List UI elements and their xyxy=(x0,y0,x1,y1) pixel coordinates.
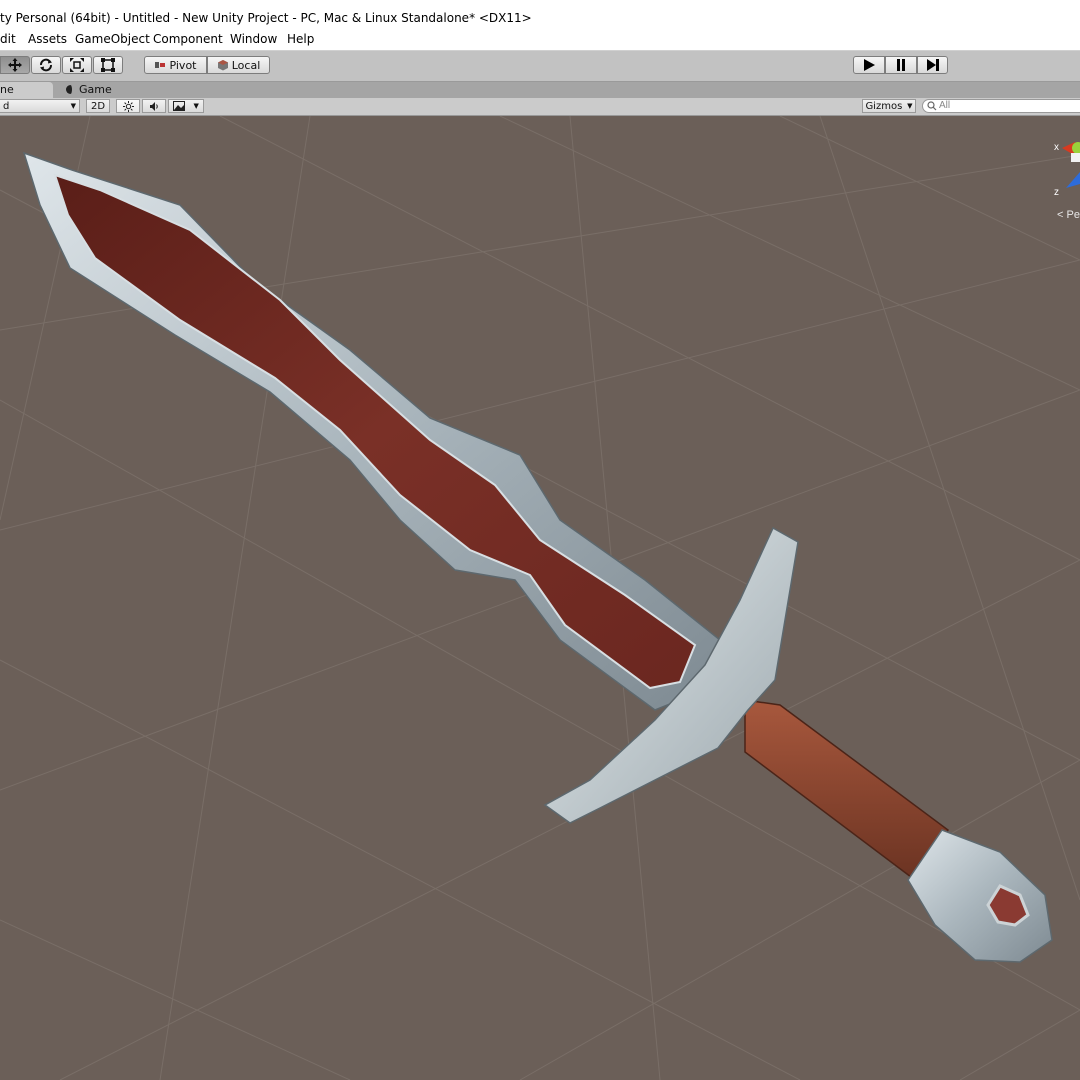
local-toggle-button[interactable]: Local xyxy=(207,56,270,74)
pause-button[interactable] xyxy=(885,56,917,74)
mode-2d-label: 2D xyxy=(90,100,106,112)
chevron-down-icon: ▼ xyxy=(70,102,76,110)
title-bar: ty Personal (64bit) - Untitled - New Uni… xyxy=(0,0,1080,30)
sword-model xyxy=(22,151,1053,963)
scene-toolbar: d ▼ 2D ▼ Gizmos ▼ All xyxy=(0,98,1080,116)
gizmo-center-cube[interactable] xyxy=(1071,153,1080,162)
pivot-toggle-button[interactable]: Pivot xyxy=(144,56,207,74)
scene-audio-toggle[interactable] xyxy=(142,99,166,113)
scene-search-placeholder: All xyxy=(939,100,951,111)
gizmos-label: Gizmos xyxy=(865,100,903,112)
game-tab-icon xyxy=(66,85,75,94)
scene-search-input[interactable]: All xyxy=(922,99,1080,113)
window-title: ty Personal (64bit) - Untitled - New Uni… xyxy=(0,11,532,25)
orientation-gizmo[interactable]: x z < Pe xyxy=(1054,128,1080,221)
chevron-down-icon: ▼ xyxy=(907,102,913,110)
tab-scene[interactable]: ne xyxy=(0,82,53,98)
view-tabs: ne Game xyxy=(0,82,1080,98)
tab-scene-label: ne xyxy=(0,83,14,96)
scale-icon xyxy=(70,58,84,72)
menu-window[interactable]: Window xyxy=(230,32,277,46)
step-icon xyxy=(926,59,939,71)
scene-canvas: x z < Pe xyxy=(0,116,1080,1080)
rect-tool-icon xyxy=(101,58,115,72)
gizmos-dropdown[interactable]: Gizmos ▼ xyxy=(862,99,916,113)
play-button[interactable] xyxy=(853,56,885,74)
chevron-down-icon: ▼ xyxy=(193,102,199,110)
local-icon xyxy=(217,60,228,71)
scale-tool-button[interactable] xyxy=(62,56,92,74)
move-tool-button[interactable] xyxy=(0,56,30,74)
menu-assets[interactable]: Assets xyxy=(28,32,67,46)
local-label: Local xyxy=(231,58,261,72)
pivot-label: Pivot xyxy=(169,58,197,72)
gizmo-persp-text: Pe xyxy=(1066,209,1079,221)
step-button[interactable] xyxy=(917,56,948,74)
scene-lighting-toggle[interactable] xyxy=(116,99,140,113)
scene-effects-dropdown[interactable]: ▼ xyxy=(168,99,204,113)
light-icon xyxy=(122,100,134,112)
tab-game[interactable]: Game xyxy=(64,82,134,98)
tab-game-label: Game xyxy=(79,83,112,96)
rotate-tool-button[interactable] xyxy=(31,56,61,74)
move-icon xyxy=(8,58,22,72)
pivot-icon xyxy=(155,62,166,68)
audio-icon xyxy=(149,101,158,111)
search-icon xyxy=(927,101,937,111)
menu-component[interactable]: Component xyxy=(153,32,223,46)
gizmo-projection-label[interactable]: < Pe xyxy=(1057,209,1080,221)
gizmo-x-label: x xyxy=(1054,142,1059,153)
rect-tool-button[interactable] xyxy=(93,56,123,74)
shading-mode-value: d xyxy=(3,100,10,112)
menu-help[interactable]: Help xyxy=(287,32,314,46)
shading-mode-dropdown[interactable]: d ▼ xyxy=(0,99,80,113)
effects-icon xyxy=(173,101,186,111)
play-icon xyxy=(864,59,875,71)
pause-icon xyxy=(897,59,905,71)
menu-edit[interactable]: dit xyxy=(0,32,16,46)
main-toolbar: Pivot Local xyxy=(0,51,1080,82)
menu-gameobject[interactable]: GameObject xyxy=(75,32,150,46)
sword-pommel xyxy=(907,829,1053,963)
menu-bar: dit Assets GameObject Component Window H… xyxy=(0,30,1080,51)
mode-2d-toggle[interactable]: 2D xyxy=(86,99,110,113)
scene-viewport[interactable]: x z < Pe xyxy=(0,116,1080,1080)
rotate-icon xyxy=(40,58,52,72)
gizmo-z-arrow[interactable] xyxy=(1066,172,1080,188)
sword-handle xyxy=(744,699,950,882)
gizmo-z-label: z xyxy=(1054,187,1059,198)
